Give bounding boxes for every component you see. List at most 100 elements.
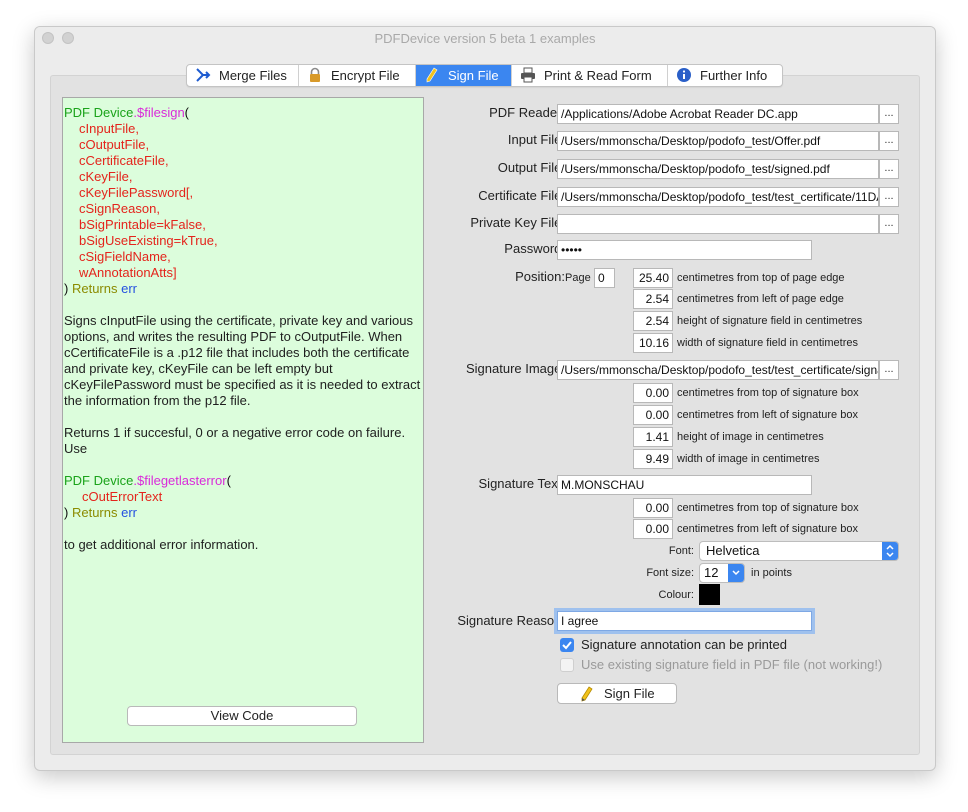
param: cKeyFilePassword[, [79,185,194,200]
signature-image-browse-button[interactable]: ... [879,360,899,380]
font-label: Font: [668,545,694,557]
private-key-browse-button[interactable]: ... [879,214,899,234]
fn1-class: PDF Device [64,105,134,120]
fn2-signature: PDF Device.$filegetlasterror( [64,473,423,489]
param: bSigUseExisting=kTrue, [79,233,218,248]
colour-swatch[interactable] [699,584,720,605]
tab-label: Merge Files [219,68,287,83]
private-key-label: Private Key File: [470,215,565,230]
param: cSigFieldName, [79,249,171,264]
close-paren: ) [64,281,69,296]
pos-left-field[interactable]: 2.54 [633,289,673,309]
colour-label: Colour: [658,589,694,601]
img-top-desc: centimetres from top of signature box [677,387,859,399]
password-label: Password: [504,241,565,256]
certificate-file-label: Certificate File: [478,188,565,203]
font-size-value: 12 [704,565,719,580]
input-file-field[interactable]: /Users/mmonscha/Desktop/podofo_test/Offe… [557,131,879,151]
img-height-field[interactable]: 1.41 [633,427,673,447]
signature-text-field[interactable]: M.MONSCHAU [557,475,812,495]
position-label: Position: [515,269,565,284]
output-file-label: Output File: [497,160,565,175]
signature-reason-label: Signature Reason: [457,613,565,628]
pdf-reader-browse-button[interactable]: ... [879,104,899,124]
img-width-field[interactable]: 9.49 [633,449,673,469]
printable-checkbox[interactable] [560,638,574,652]
tab-label: Sign File [448,68,499,83]
signature-reason-field[interactable]: I agree [554,608,815,634]
pos-top-field[interactable]: 25.40 [633,268,673,288]
text-left-field[interactable]: 0.00 [633,519,673,539]
img-left-field[interactable]: 0.00 [633,405,673,425]
returns-keyword: Returns [71,505,118,520]
fn1-returns: ) Returns err [64,281,423,297]
title-bar: PDFDevice version 5 beta 1 examples [35,27,935,49]
font-size-label: Font size: [646,567,694,579]
lock-icon [307,67,323,83]
fn1-paren: ( [184,105,190,120]
fn2-class: PDF Device [64,473,134,488]
private-key-field[interactable] [557,214,879,234]
tab-merge-files[interactable]: Merge Files [187,65,299,86]
footer-text: to get additional error information. [64,537,259,552]
font-size-select[interactable]: 12 [699,563,745,583]
fn2-param: cOutErrorText [82,489,163,504]
tab-print-read-form[interactable]: Print & Read Form [512,65,668,86]
code-panel: PDF Device.$filesign( cInputFile, cOutpu… [62,97,424,743]
use-existing-label: Use existing signature field in PDF file… [581,657,883,672]
pos-width-field[interactable]: 10.16 [633,333,673,353]
fn1-signature: PDF Device.$filesign( [64,105,423,121]
font-select-value: Helvetica [706,543,760,558]
certificate-file-browse-button[interactable]: ... [879,187,899,207]
font-select[interactable]: Helvetica [699,541,899,561]
tab-label: Encrypt File [331,68,400,83]
fn2-name: .$filegetlasterror [133,473,227,488]
param: cOutputFile, [79,137,150,152]
img-width-desc: width of image in centimetres [677,453,820,465]
checkmark-icon [562,641,572,650]
output-file-browse-button[interactable]: ... [879,159,899,179]
text-top-desc: centimetres from top of signature box [677,502,859,514]
signature-image-field[interactable]: /Users/mmonscha/Desktop/podofo_test/test… [557,360,879,380]
tab-encrypt-file[interactable]: Encrypt File [299,65,416,86]
pen-icon [424,67,440,83]
param: cInputFile, [79,121,139,136]
use-existing-checkbox[interactable] [560,658,574,672]
updown-chevron-icon [882,542,898,560]
pdf-reader-label: PDF Reader: [489,105,565,120]
img-top-field[interactable]: 0.00 [633,383,673,403]
merge-icon [195,67,211,83]
input-file-browse-button[interactable]: ... [879,131,899,151]
page-label: Page [565,272,591,284]
param: bSigPrintable=kFalse, [79,217,206,232]
tab-label: Print & Read Form [544,68,652,83]
chevron-down-icon [728,564,744,582]
font-size-unit: in points [751,567,792,579]
sign-file-button[interactable]: Sign File [557,683,677,704]
password-field[interactable]: ••••• [557,240,812,260]
pos-height-field[interactable]: 2.54 [633,311,673,331]
pos-height-desc: height of signature field in centimetres [677,315,863,327]
returns-description: Returns 1 if succesful, 0 or a negative … [64,425,406,456]
param: cCertificateFile, [79,153,169,168]
err-keyword: err [121,505,138,520]
signature-text-label: Signature Text: [478,476,565,491]
page-field[interactable]: 0 [594,268,615,288]
certificate-file-field[interactable]: /Users/mmonscha/Desktop/podofo_test/test… [557,187,879,207]
tab-sign-file[interactable]: Sign File [416,65,512,86]
view-code-button[interactable]: View Code [127,706,357,726]
param: wAnnotationAtts] [79,265,177,280]
pdf-reader-field[interactable]: /Applications/Adobe Acrobat Reader DC.ap… [557,104,879,124]
window-title: PDFDevice version 5 beta 1 examples [374,31,596,46]
text-top-field[interactable]: 0.00 [633,498,673,518]
pos-left-desc: centimetres from left of page edge [677,293,844,305]
signature-image-label: Signature Image: [465,361,565,376]
tab-further-info[interactable]: Further Info [668,65,782,86]
close-paren: ) [64,505,69,520]
output-file-field[interactable]: /Users/mmonscha/Desktop/podofo_test/sign… [557,159,879,179]
tab-bar: Merge Files Encrypt File Sign File Print… [186,64,783,87]
tab-label: Further Info [700,68,768,83]
img-height-desc: height of image in centimetres [677,431,824,443]
fn2-paren: ( [226,473,231,488]
param: cSignReason, [79,201,160,216]
